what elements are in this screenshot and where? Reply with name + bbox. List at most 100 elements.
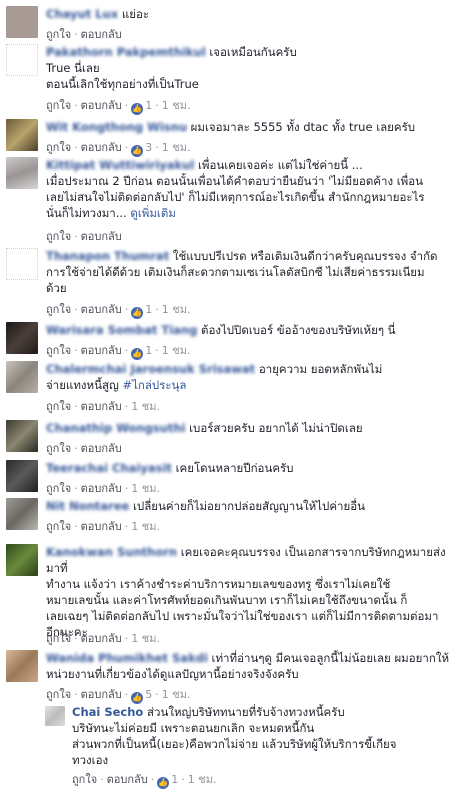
separator: · — [124, 482, 129, 495]
like-button[interactable]: ถูกใจ — [46, 520, 71, 533]
avatar[interactable] — [6, 44, 38, 76]
comment-text-line: บริษัทนะไม่ค่อยมี เพราะตอนยกเลิก จะหมดหน… — [72, 721, 315, 735]
avatar[interactable] — [6, 544, 38, 576]
comment-text: เจอเหมือนกันครับ — [209, 45, 297, 59]
like-button[interactable]: ถูกใจ — [46, 442, 71, 455]
comment-actions: ถูกใจ · ตอบกลับ · 1 ชม. — [46, 517, 160, 535]
like-count[interactable]: 5 — [145, 688, 152, 701]
like-button[interactable]: ถูกใจ — [72, 773, 97, 786]
like-count[interactable]: 1 — [145, 99, 152, 112]
like-count[interactable]: 1 — [145, 303, 152, 316]
comment-thread: Chayut Lux แย่อะ ถูกใจ · ตอบกลับ Pakathorn… — [0, 0, 454, 794]
like-button[interactable]: ถูกใจ — [46, 230, 71, 243]
timestamp[interactable]: 1 ชม. — [162, 344, 191, 357]
like-button[interactable]: ถูกใจ — [46, 344, 71, 357]
commenter-name[interactable]: Pakathorn Pakpemthikul — [46, 45, 206, 59]
like-button[interactable]: ถูกใจ — [46, 303, 71, 316]
separator: · — [155, 344, 159, 357]
reply-button[interactable]: ตอบกลับ — [81, 482, 122, 495]
commenter-name[interactable]: Warisara Sombat Tiang — [46, 323, 197, 337]
comment-text: เท่าที่อ่านๆดู มีคนเจอลูกนี้ไม่น้อยเลย ผ… — [211, 651, 450, 665]
like-button[interactable]: ถูกใจ — [46, 141, 71, 154]
timestamp[interactable]: 1 ชม. — [131, 632, 160, 645]
reply-button[interactable]: ตอบกลับ — [81, 442, 122, 455]
like-count[interactable]: 3 — [145, 141, 152, 154]
timestamp[interactable]: 1 ชม. — [162, 303, 191, 316]
avatar[interactable] — [6, 322, 38, 354]
reply-button[interactable]: ตอบกลับ — [81, 344, 122, 357]
timestamp[interactable]: 1 ชม. — [131, 400, 160, 413]
commenter-name[interactable]: Teerachai Chaiyasit — [46, 461, 172, 475]
comment-actions: ถูกใจ · ตอบกลับ — [46, 439, 122, 457]
separator: · — [74, 28, 78, 41]
separator: · — [181, 773, 185, 786]
comment-text: ผมเจอมาละ 5555 ทั้ง dtac ทั้ง true เลยคร… — [190, 120, 416, 134]
comment-text-line: เลยเฉยๆ ไม่ติดต่อกลับไป เพราะมั่นใจว่าไม… — [46, 609, 439, 623]
comment-text: เบอร์สวยครับ อยากได้ ไม่น่าปิดเลย — [189, 421, 363, 435]
timestamp[interactable]: 1 ชม. — [188, 773, 217, 786]
avatar[interactable] — [45, 706, 65, 726]
reply-button[interactable]: ตอบกลับ — [81, 28, 122, 41]
avatar[interactable] — [6, 420, 38, 452]
reply-button[interactable]: ตอบกลับ — [81, 230, 122, 243]
like-button[interactable]: ถูกใจ — [46, 632, 71, 645]
timestamp[interactable]: 1 ชม. — [162, 99, 191, 112]
comment-text-line: ส่วนพวกที่เป็นหนี้(เยอะ)คือพวกไม่จ่าย แล… — [72, 737, 397, 751]
reply-button[interactable]: ตอบกลับ — [81, 400, 122, 413]
separator: · — [150, 773, 155, 786]
avatar[interactable] — [6, 460, 38, 492]
separator: · — [124, 344, 129, 357]
commenter-name[interactable]: Wanida Phumikhet Sakdi — [46, 651, 208, 665]
comment-actions: ถูกใจ · ตอบกลับ · 1 ชม. — [46, 629, 160, 647]
reply-button[interactable]: ตอบกลับ — [81, 688, 122, 701]
reply-button[interactable]: ตอบกลับ — [81, 99, 122, 112]
timestamp[interactable]: 1 ชม. — [131, 482, 160, 495]
like-count[interactable]: 1 — [171, 773, 178, 786]
reply-button[interactable]: ตอบกลับ — [81, 520, 122, 533]
like-icon: 👍 — [131, 307, 144, 319]
like-button[interactable]: ถูกใจ — [46, 482, 71, 495]
timestamp[interactable]: 1 ชม. — [162, 141, 191, 154]
separator: · — [74, 632, 78, 645]
commenter-name[interactable]: Wit Kongthong Wisnu — [46, 120, 187, 134]
avatar[interactable] — [6, 498, 38, 530]
commenter-name[interactable]: Kanokwan Sunthorn — [46, 545, 177, 559]
avatar[interactable] — [6, 650, 38, 682]
commenter-name[interactable]: Chanathip Wongsuthi — [46, 421, 185, 435]
comment-text: เปลี่ยนค่ายก็ไม่อยากปล่อยสัญญานให้ไปค่าย… — [132, 499, 365, 513]
like-button[interactable]: ถูกใจ — [46, 688, 71, 701]
like-button[interactable]: ถูกใจ — [46, 99, 71, 112]
commenter-name[interactable]: Kittipat Wuttiwiriyakul — [46, 158, 194, 172]
commenter-name[interactable]: Chai Secho — [72, 705, 143, 719]
avatar[interactable] — [6, 157, 38, 189]
avatar[interactable] — [6, 361, 38, 393]
comment-actions: ถูกใจ · ตอบกลับ · 👍 1 · 1 ชม. — [46, 96, 190, 115]
separator: · — [74, 230, 78, 243]
like-button[interactable]: ถูกใจ — [46, 28, 71, 41]
see-more-link[interactable]: ดูเพิ่มเติม — [130, 206, 176, 220]
comment-text-line: จ่ายแทงหนี้สูญ — [46, 378, 119, 392]
separator: · — [124, 141, 129, 154]
commenter-name[interactable]: Chayut Lux — [46, 7, 118, 21]
separator: · — [124, 520, 129, 533]
separator: · — [100, 773, 104, 786]
comment-text-line: ทำงาน แจ้งว่า เราค้างชำระค่าบริการหมายเล… — [46, 577, 391, 591]
avatar[interactable] — [6, 6, 38, 38]
reply-button[interactable]: ตอบกลับ — [81, 303, 122, 316]
reply-button[interactable]: ตอบกลับ — [107, 773, 148, 786]
commenter-name[interactable]: Nit Nontaree — [46, 499, 129, 513]
hashtag-link[interactable]: #ไกล่ประนุล — [122, 378, 186, 392]
commenter-name[interactable]: Chalermchai Jaroensuk Srisawat — [46, 362, 255, 376]
avatar[interactable] — [6, 248, 38, 280]
like-button[interactable]: ถูกใจ — [46, 400, 71, 413]
timestamp[interactable]: 1 ชม. — [162, 688, 191, 701]
comment-text-line: การใช้จ่ายได้ดีด้วย เติมเงินก็สะดวกตามเซ… — [46, 265, 425, 279]
like-count[interactable]: 1 — [145, 344, 152, 357]
commenter-name[interactable]: Thanapon Thumrat — [46, 249, 169, 263]
avatar[interactable] — [6, 119, 38, 151]
reply-button[interactable]: ตอบกลับ — [81, 632, 122, 645]
timestamp[interactable]: 1 ชม. — [131, 520, 160, 533]
reply-button[interactable]: ตอบกลับ — [81, 141, 122, 154]
comment-text-line: หมายเลขนั้น และค่าโทรศัพท์ยอดเกินพันบาท … — [46, 593, 408, 607]
separator: · — [74, 141, 78, 154]
